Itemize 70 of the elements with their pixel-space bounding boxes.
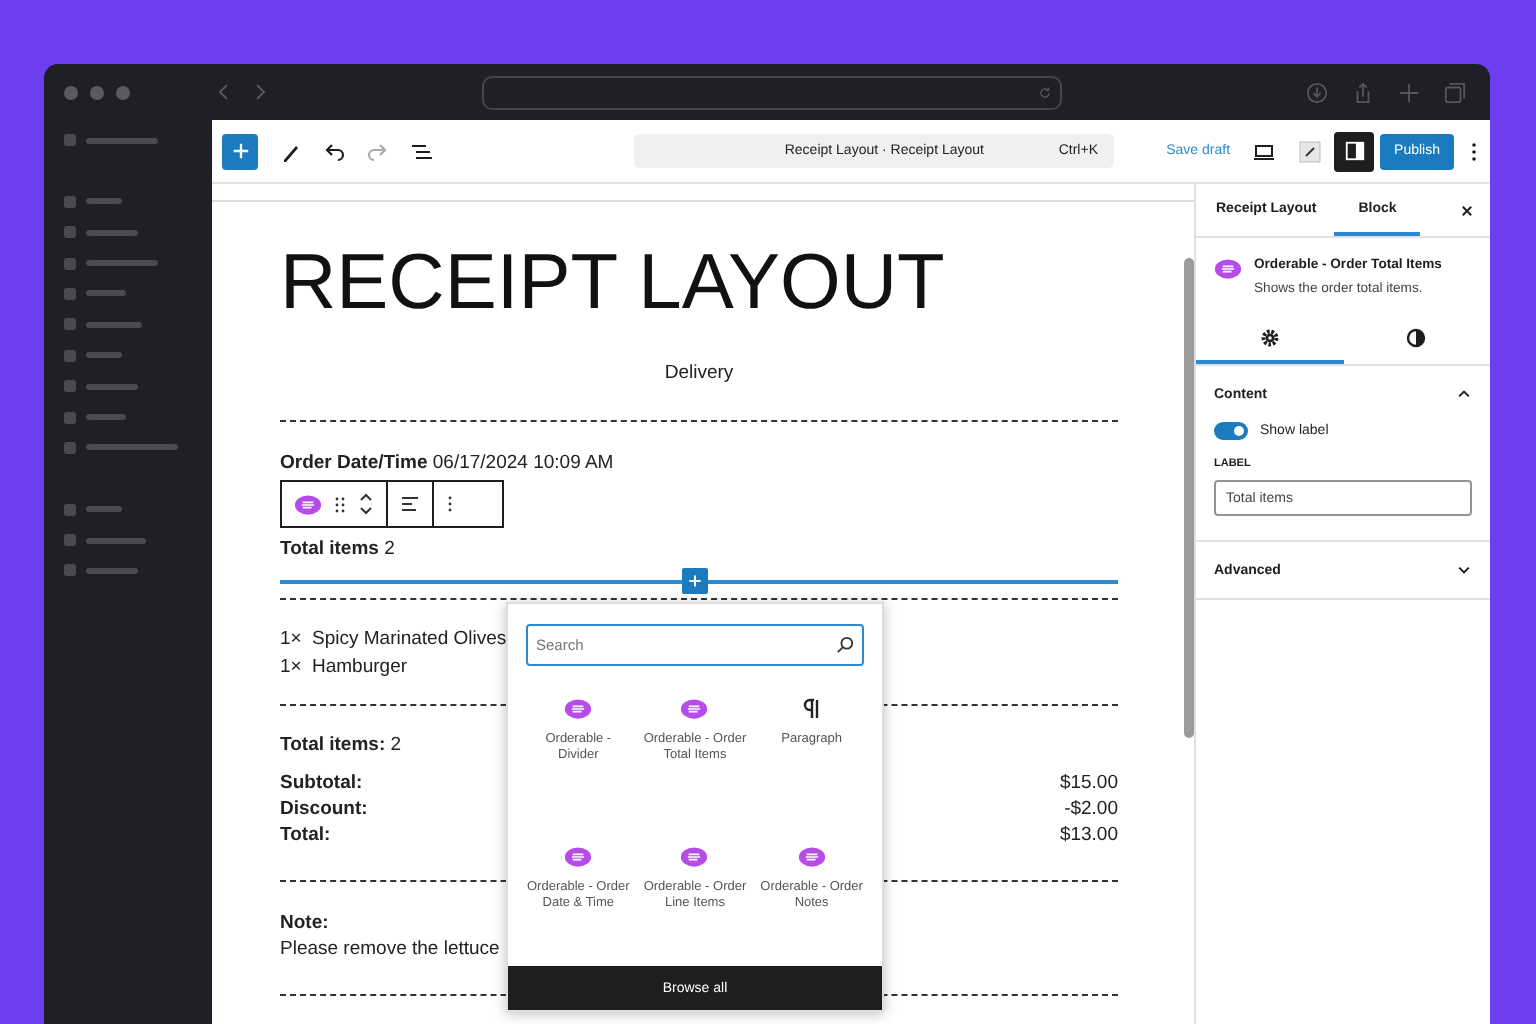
menu-placeholder-drawing (64, 439, 178, 456)
window-dot (116, 85, 130, 99)
gear-icon (1259, 328, 1280, 348)
undo-icon[interactable] (322, 139, 346, 163)
more-options-icon[interactable] (1468, 139, 1480, 163)
more-options-icon[interactable] (446, 494, 454, 514)
menu-placeholder-drawing (64, 316, 142, 333)
blob-icon (797, 846, 826, 868)
total-items-line: Total items 2 (280, 538, 395, 560)
back-icon[interactable] (214, 82, 234, 102)
item-name: Spicy Marinated Olives (312, 628, 507, 650)
blob-icon (680, 846, 709, 868)
plus-icon (688, 574, 702, 588)
chevron-icon (1456, 386, 1472, 402)
amount-text: $15.00 (1059, 772, 1118, 794)
scrollbar-thumb[interactable] (1184, 258, 1194, 738)
quantity-text: 1× (280, 628, 304, 650)
item-name: Hamburger (312, 656, 408, 678)
menu-placeholder-drawing (64, 562, 138, 579)
insert-block-button[interactable] (682, 568, 708, 594)
amount-text: -$2.00 (1064, 798, 1118, 820)
menu-placeholder-drawing (64, 285, 126, 302)
menu-placeholder-drawing (64, 532, 146, 549)
laptop-icon[interactable] (1252, 139, 1277, 163)
quantity-text: 1× (280, 656, 304, 678)
note-text: Please remove the lettuce (280, 938, 500, 960)
menu-placeholder-drawing (64, 224, 138, 241)
window-dot (64, 85, 78, 99)
total-label: Total: (280, 824, 331, 846)
list-view-icon[interactable] (410, 139, 434, 163)
move-arrows-icon[interactable] (358, 490, 374, 518)
menu-placeholder-drawing (64, 255, 158, 272)
menu-placeholder-drawing (64, 193, 122, 210)
total-label: Subtotal: (280, 772, 363, 794)
total-label: Discount: (280, 798, 368, 820)
blob-icon (680, 698, 709, 720)
add-block-button[interactable] (222, 133, 258, 169)
window-dot (90, 85, 104, 99)
search-icon[interactable] (836, 636, 854, 654)
menu-placeholder-drawing (64, 132, 158, 148)
sidebar-toggle-button[interactable] (1334, 131, 1375, 171)
note-label: Note: (280, 912, 329, 934)
edit-page-icon[interactable] (1298, 139, 1323, 163)
blob-icon (564, 846, 593, 868)
receipt-title: RECEIPT LAYOUT (280, 242, 947, 326)
order-date-line: Order Date/Time 06/17/2024 10:09 AM (280, 452, 614, 474)
tabs-icon[interactable] (1444, 81, 1466, 103)
align-icon[interactable] (400, 494, 420, 514)
summary-total-items: Total items: 2 (280, 734, 402, 756)
plus-icon (231, 142, 249, 160)
forward-icon[interactable] (250, 82, 270, 102)
menu-placeholder-drawing (64, 409, 126, 426)
download-icon[interactable] (1306, 81, 1328, 103)
blob-icon (294, 493, 322, 515)
menu-placeholder-drawing (64, 378, 138, 395)
drag-handle-icon[interactable] (334, 495, 346, 513)
menu-placeholder-drawing (64, 347, 122, 364)
close-icon (1460, 203, 1474, 217)
share-icon[interactable] (1352, 81, 1374, 103)
panel-icon (1343, 140, 1366, 162)
contrast-icon (1406, 328, 1427, 348)
plus-icon[interactable] (1398, 81, 1420, 103)
blob-icon (564, 698, 593, 720)
chevron-icon (1456, 562, 1472, 578)
menu-placeholder-drawing (64, 501, 122, 518)
amount-text: $13.00 (1059, 824, 1118, 846)
blob-icon (1214, 258, 1242, 280)
toggle-switch[interactable] (1214, 422, 1248, 440)
order-type-text: Delivery (662, 362, 736, 384)
reload-icon[interactable] (1038, 85, 1052, 99)
